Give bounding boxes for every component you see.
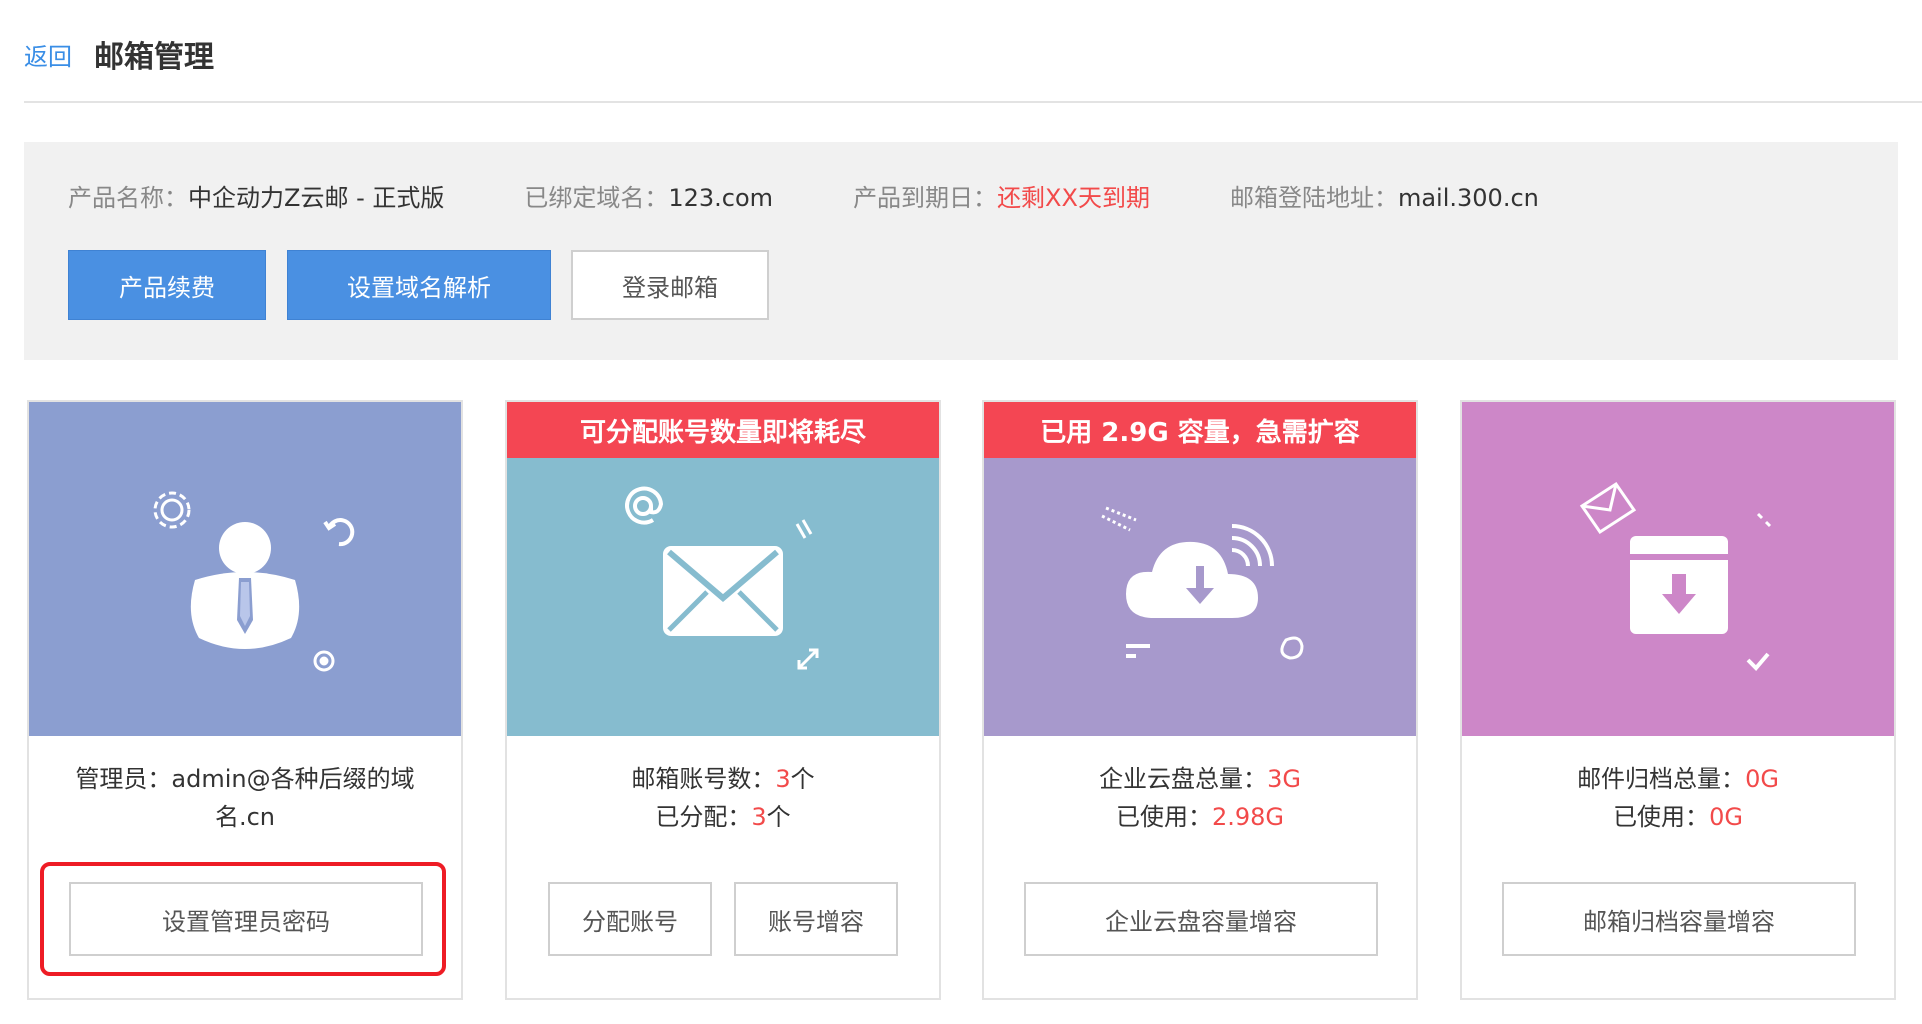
product-info-panel: 产品名称：中企动力Z云邮 - 正式版 已绑定域名：123.com 产品到期日：还… bbox=[24, 142, 1898, 360]
login-mailbox-button[interactable]: 登录邮箱 bbox=[571, 250, 769, 320]
bound-domain-value: 123.com bbox=[668, 184, 774, 212]
archive-total-line: 邮件归档总量：0G bbox=[1462, 760, 1894, 798]
renew-button[interactable]: 产品续费 bbox=[68, 250, 266, 320]
cloud-disk-total-value: 3G bbox=[1267, 765, 1301, 793]
product-name-item: 产品名称：中企动力Z云邮 - 正式版 bbox=[68, 178, 444, 213]
bound-domain-label: 已绑定域名： bbox=[524, 184, 669, 212]
expiry-value: 还剩XX天到期 bbox=[997, 184, 1150, 212]
dash-marks bbox=[1126, 644, 1150, 658]
cloud-disk-card: 已用 2.9G 容量，急需扩容 企业云盘总量：3G 已使用：2.98G 企业云盘… bbox=[982, 400, 1418, 1000]
accounts-assigned-value: 3 bbox=[751, 803, 767, 831]
accounts-card: 可分配账号数量即将耗尽 邮箱账号数：3个 已分配：3个 分配账号 账号增容 bbox=[505, 400, 941, 1000]
check-icon bbox=[1746, 652, 1770, 671]
admin-user-icon bbox=[190, 522, 300, 649]
cloud-disk-total-line: 企业云盘总量：3G bbox=[984, 760, 1416, 798]
login-address-item: 邮箱登陆地址：mail.300.cn bbox=[1230, 178, 1539, 213]
accounts-total-unit: 个 bbox=[790, 765, 815, 793]
back-link[interactable]: 返回 bbox=[24, 37, 72, 72]
at-sign-icon bbox=[625, 486, 664, 525]
expand-archive-button[interactable]: 邮箱归档容量增容 bbox=[1502, 882, 1856, 956]
accounts-total-label: 邮箱账号数： bbox=[631, 765, 776, 793]
target-icon bbox=[313, 650, 335, 672]
archive-total-label: 邮件归档总量： bbox=[1577, 765, 1746, 793]
mail-archive-card: 邮件归档总量：0G 已使用：0G 邮箱归档容量增容 bbox=[1460, 400, 1896, 1000]
assign-account-button[interactable]: 分配账号 bbox=[548, 882, 712, 956]
admin-info: 管理员：admin@各种后缀的域 名.cn bbox=[29, 760, 461, 836]
accounts-assigned-unit: 个 bbox=[766, 803, 791, 831]
expand-cloud-disk-button[interactable]: 企业云盘容量增容 bbox=[1024, 882, 1378, 956]
admin-visual bbox=[29, 402, 461, 736]
page-title: 邮箱管理 bbox=[94, 40, 214, 75]
bound-domain-item: 已绑定域名：123.com bbox=[524, 178, 773, 213]
archive-used-value: 0G bbox=[1709, 803, 1743, 831]
dots-icon bbox=[1101, 506, 1137, 532]
login-address-label: 邮箱登陆地址： bbox=[1229, 184, 1398, 212]
archive-box-icon bbox=[1630, 536, 1728, 634]
envelope-icon bbox=[663, 546, 783, 636]
cloud-disk-used-label: 已使用： bbox=[1115, 803, 1212, 831]
expiry-item: 产品到期日：还剩XX天到期 bbox=[853, 178, 1150, 213]
admin-email-line2: 名.cn bbox=[214, 803, 276, 831]
accounts-info: 邮箱账号数：3个 已分配：3个 bbox=[507, 760, 939, 836]
login-address-value: mail.300.cn bbox=[1397, 184, 1539, 212]
admin-email-line1: 管理员：admin@各种后缀的域 bbox=[75, 765, 415, 793]
cloud-disk-total-label: 企业云盘总量： bbox=[1099, 765, 1268, 793]
mail-stamp-icon bbox=[1579, 481, 1637, 535]
wifi-signal-icon bbox=[1231, 524, 1274, 567]
accounts-total-value: 3 bbox=[775, 765, 791, 793]
product-name-label: 产品名称： bbox=[68, 184, 188, 212]
product-name-value: 中企动力Z云邮 - 正式版 bbox=[188, 184, 445, 212]
highlight-annotation bbox=[40, 862, 446, 976]
gear-icon bbox=[153, 491, 191, 529]
archive-used-label: 已使用： bbox=[1613, 803, 1710, 831]
archive-used-line: 已使用：0G bbox=[1462, 798, 1894, 836]
expand-arrows-icon bbox=[795, 519, 819, 670]
cloud-disk-info: 企业云盘总量：3G 已使用：2.98G bbox=[984, 760, 1416, 836]
cloud-disk-alert-banner: 已用 2.9G 容量，急需扩容 bbox=[984, 402, 1416, 458]
cloud-disk-used-line: 已使用：2.98G bbox=[984, 798, 1416, 836]
accounts-total-line: 邮箱账号数：3个 bbox=[507, 760, 939, 798]
accounts-assigned-label: 已分配： bbox=[655, 803, 752, 831]
accounts-alert-banner: 可分配账号数量即将耗尽 bbox=[507, 402, 939, 458]
admin-illustration bbox=[153, 491, 355, 672]
accounts-assigned-line: 已分配：3个 bbox=[507, 798, 939, 836]
cloud-disk-used-value: 2.98G bbox=[1211, 803, 1285, 831]
product-info-row: 产品名称：中企动力Z云邮 - 正式版 已绑定域名：123.com 产品到期日：还… bbox=[68, 178, 1619, 213]
mail-archive-info: 邮件归档总量：0G 已使用：0G bbox=[1462, 760, 1894, 836]
mail-archive-illustration bbox=[1579, 481, 1772, 671]
expiry-label: 产品到期日： bbox=[853, 184, 998, 212]
mail-archive-visual bbox=[1462, 402, 1894, 736]
header-divider bbox=[24, 101, 1922, 103]
expand-accounts-button[interactable]: 账号增容 bbox=[734, 882, 898, 956]
archive-total-value: 0G bbox=[1745, 765, 1779, 793]
shield-outline-icon bbox=[1280, 636, 1304, 660]
dots-icon bbox=[1756, 512, 1772, 528]
page-header: 返回 邮箱管理 bbox=[24, 24, 214, 84]
set-dns-button[interactable]: 设置域名解析 bbox=[287, 250, 551, 320]
sync-icon bbox=[323, 518, 355, 547]
